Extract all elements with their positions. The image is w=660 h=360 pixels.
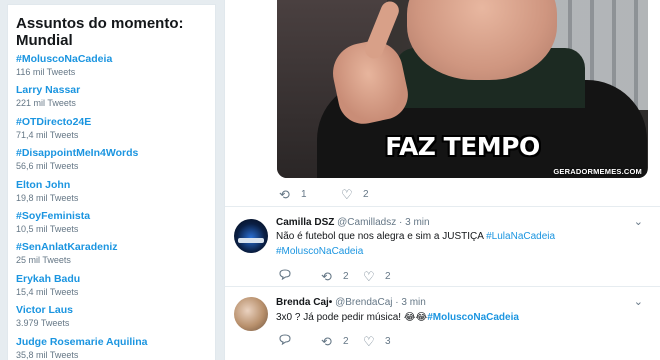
trend-tweet-count: 10,5 mil Tweets	[16, 223, 79, 234]
retweet-icon: ⟲	[321, 333, 332, 349]
trend-name[interactable]: #DisappointMeIn4Words	[16, 147, 215, 160]
like-count: 2	[385, 270, 391, 282]
separator-dot: ·	[398, 217, 403, 228]
trend-item[interactable]: Judge Rosemarie Aquilina 35,8 mil Tweets	[16, 336, 215, 360]
trend-item[interactable]: #OTDirecto24E 71,4 mil Tweets	[16, 116, 215, 147]
trend-tweet-count: 221 mil Tweets	[16, 98, 76, 109]
chevron-down-icon[interactable]: ⌄	[634, 295, 643, 308]
trend-item[interactable]: Erykah Badu 15,4 mil Tweets	[16, 273, 215, 304]
like-button[interactable]: ♡ 3	[363, 335, 405, 348]
separator-dot: ·	[395, 297, 399, 308]
reply-button[interactable]	[279, 269, 321, 283]
trend-item[interactable]: Larry Nassar 221 mil Tweets	[16, 84, 215, 115]
trend-name[interactable]: Victor Laus	[16, 304, 215, 317]
tweet-media-image[interactable]: FAZ TEMPO GERADORMEMES.COM	[277, 0, 648, 178]
like-button[interactable]: ♡ 2	[363, 270, 405, 283]
retweet-button[interactable]: ⟲ 1	[279, 188, 341, 201]
like-count: 2	[363, 189, 369, 200]
tweet-author-handle[interactable]: @Camilladsz	[337, 217, 396, 228]
trend-name[interactable]: #MoluscoNaCadeia	[16, 53, 215, 66]
tweet-text: Não é futebol que nos alegra e sim a JUS…	[276, 229, 636, 259]
tweet-actions: ⟲ 1 ♡ 2	[279, 188, 383, 201]
tweet-author-name[interactable]: Brenda Caj•	[276, 297, 332, 308]
trends-title: Assuntos do momento: Mundial	[16, 15, 215, 49]
trend-item[interactable]: #DisappointMeIn4Words 56,6 mil Tweets	[16, 147, 215, 178]
tweet-text-plain: 3x0 ? Já pode pedir música!	[276, 312, 402, 323]
trend-tweet-count: 25 mil Tweets	[16, 255, 71, 266]
trend-item[interactable]: #SoyFeminista 10,5 mil Tweets	[16, 210, 215, 241]
retweet-count: 2	[343, 335, 349, 347]
trend-tweet-count: 19,8 mil Tweets	[16, 192, 79, 203]
trend-name[interactable]: Larry Nassar	[16, 84, 215, 97]
reply-icon	[279, 269, 295, 283]
hashtag-link[interactable]: #LulaNaCadeia	[486, 231, 555, 242]
tweet[interactable]: Camilla DSZ @Camilladsz · 3 min ⌄ Não é …	[225, 206, 660, 286]
trend-tweet-count: 35,8 mil Tweets	[16, 349, 79, 360]
like-button[interactable]: ♡ 2	[341, 188, 383, 201]
retweet-icon: ⟲	[321, 268, 332, 284]
retweet-count: 2	[343, 270, 349, 282]
tweet-text-plain: Não é futebol que nos alegra e sim a JUS…	[276, 231, 484, 242]
hashtag-link[interactable]: #MoluscoNaCadeia	[276, 246, 363, 257]
trend-tweet-count: 116 mil Tweets	[16, 67, 76, 77]
tweet-actions: ⟲ 2 ♡ 2	[279, 269, 405, 283]
trend-tweet-count: 15,4 mil Tweets	[16, 286, 79, 297]
trend-tweet-count: 71,4 mil Tweets	[16, 129, 79, 140]
timeline: FAZ TEMPO GERADORMEMES.COM ⟲ 1 ♡ 2 Camil…	[224, 0, 660, 360]
reply-icon	[279, 334, 295, 348]
trend-name[interactable]: #OTDirecto24E	[16, 116, 215, 129]
retweet-button[interactable]: ⟲ 2	[321, 335, 363, 348]
heart-icon: ♡	[341, 187, 353, 202]
tweet[interactable]: Brenda Caj• @BrendaCaj · 3 min ⌄ 3x0 ? J…	[225, 286, 660, 360]
reply-button[interactable]	[279, 334, 321, 348]
trend-item[interactable]: #SenAnlatKaradeniz 25 mil Tweets	[16, 241, 215, 272]
tweet-header: Brenda Caj• @BrendaCaj · 3 min	[276, 297, 426, 309]
trend-name[interactable]: Elton John	[16, 179, 215, 192]
trends-title-line2: Mundial	[16, 32, 73, 49]
trend-tweet-count: 3.979 Tweets	[16, 318, 70, 329]
trend-name[interactable]: Erykah Badu	[16, 273, 215, 286]
trend-name[interactable]: Judge Rosemarie Aquilina	[16, 336, 215, 349]
emoji-laughing-icon: 😂😂	[403, 312, 428, 323]
trend-tweet-count: 56,6 mil Tweets	[16, 161, 79, 172]
retweet-count: 1	[301, 189, 307, 200]
trends-list: #MoluscoNaCadeia 116 mil Tweets Larry Na…	[16, 53, 215, 360]
tweet-author-name[interactable]: Camilla DSZ	[276, 217, 334, 228]
trend-name[interactable]: #SenAnlatKaradeniz	[16, 241, 215, 254]
trends-title-line1: Assuntos do momento:	[16, 15, 184, 32]
trends-panel: Assuntos do momento: Mundial #MoluscoNaC…	[7, 4, 216, 360]
meme-caption: FAZ TEMPO	[385, 132, 540, 161]
meme-watermark: GERADORMEMES.COM	[553, 167, 642, 176]
trend-item[interactable]: Elton John 19,8 mil Tweets	[16, 179, 215, 210]
chevron-down-icon[interactable]: ⌄	[634, 215, 643, 228]
tweet-timestamp[interactable]: 3 min	[401, 297, 425, 308]
trend-name[interactable]: #SoyFeminista	[16, 210, 215, 223]
tweet-header: Camilla DSZ @Camilladsz · 3 min	[276, 217, 430, 229]
heart-icon: ♡	[363, 268, 375, 284]
tweet-timestamp[interactable]: 3 min	[405, 217, 429, 228]
trend-item[interactable]: Victor Laus 3.979 Tweets	[16, 304, 215, 335]
like-count: 3	[385, 335, 391, 347]
retweet-button[interactable]: ⟲ 2	[321, 270, 363, 283]
tweet-actions: ⟲ 2 ♡ 3	[279, 334, 405, 348]
trend-item[interactable]: #MoluscoNaCadeia 116 mil Tweets	[16, 53, 215, 84]
heart-icon: ♡	[363, 333, 375, 349]
tweet-author-handle[interactable]: @BrendaCaj	[335, 297, 392, 308]
tweet-text: 3x0 ? Já pode pedir música! 😂😂#MoluscoNa…	[276, 310, 636, 325]
retweet-icon: ⟲	[279, 187, 290, 202]
hashtag-link[interactable]: #MoluscoNaCadeia	[427, 312, 519, 323]
avatar[interactable]	[234, 297, 268, 331]
avatar[interactable]	[234, 219, 268, 253]
